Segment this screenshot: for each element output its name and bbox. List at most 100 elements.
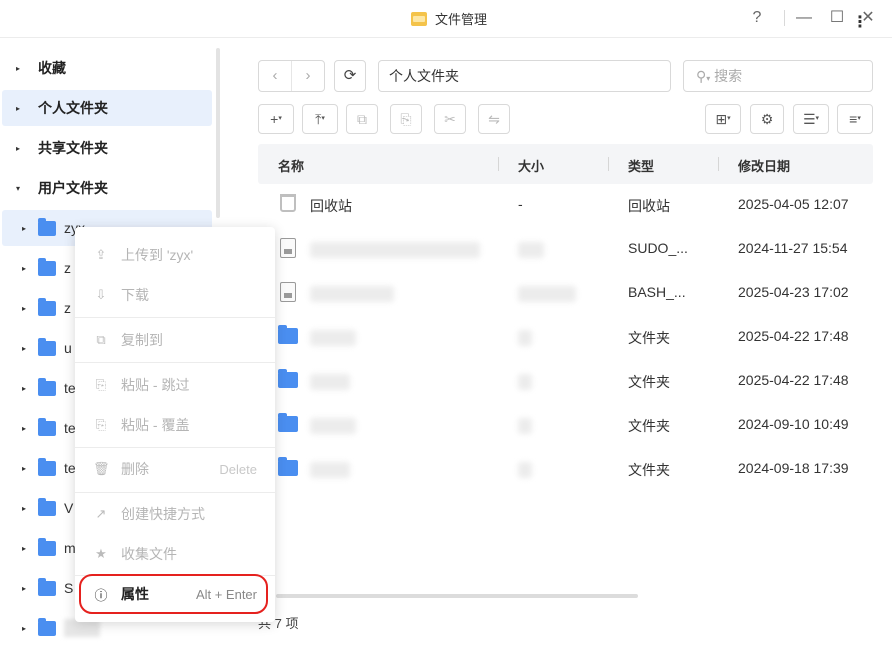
table-row[interactable]: 文件夹 2025-04-22 17:48 [258,316,873,360]
menu-item-label: 上传到 'zyx' [121,247,194,263]
sidebar-item-personal-folder[interactable]: ▸ 个人文件夹 [2,90,212,126]
settings-icon: ⚙ [760,111,774,127]
caret-right-icon: ▸ [22,423,27,433]
copy-button[interactable]: ⧉ [346,104,378,134]
sort-button[interactable]: ≡▾ [837,104,873,134]
sidebar-item-label: 个人文件夹 [38,100,108,116]
dropdown-caret-icon: ▾ [815,115,820,122]
menu-item-copy-to[interactable]: ⧉ 复制到 [75,320,275,360]
refresh-button[interactable]: ⟳ [334,60,366,92]
folder-icon [38,297,56,316]
menu-item-paste-overwrite[interactable]: ⎘ 粘贴 - 覆盖 [75,405,275,445]
dropdown-caret-icon: ▾ [727,115,731,122]
path-field[interactable]: 个人文件夹 [378,60,671,92]
file-modified: 2025-04-22 17:48 [738,372,849,388]
user-folder-label: S [64,580,74,596]
maximize-button[interactable]: ☐ [827,8,847,28]
table-row[interactable]: 文件夹 2024-09-10 10:49 [258,404,873,448]
file-icon [278,282,298,302]
download-icon: ⇩ [95,287,107,302]
title-bar: 文件管理 ? — ☐ ✕ [0,0,892,38]
paste-icon: ⎘ [95,417,107,432]
column-header-name[interactable]: 名称 [278,156,304,175]
new-button[interactable]: +▾ [258,104,294,134]
file-modified: 2025-04-23 17:02 [738,284,849,300]
table-row[interactable]: 文件夹 2024-09-18 17:39 [258,448,873,492]
user-folder-label: te [64,460,76,476]
paste-button[interactable]: ⎘ [390,104,422,134]
sidebar-item-favorites[interactable]: ▸ 收藏 [2,50,212,86]
menu-divider [75,447,275,448]
menu-divider [75,492,275,493]
paste-icon: ⎘ [95,377,107,392]
sidebar-item-user-folders[interactable]: ▾ 用户文件夹 [2,170,212,206]
menu-item-collect-files[interactable]: ★ 收集文件 [75,534,275,574]
table-row[interactable]: 回收站 - 回收站 2025-04-05 12:07 [258,184,873,228]
file-name [310,462,350,478]
menu-item-download[interactable]: ⇩ 下载 [75,275,275,315]
cut-icon: ✂ [444,111,456,127]
caret-right-icon: ▸ [22,583,27,593]
folder-icon [38,577,56,596]
sidebar-scrollbar[interactable] [216,48,220,218]
dropdown-caret-icon: ▾ [278,115,282,122]
help-button[interactable]: ? [747,8,767,28]
highlight-ring [79,574,268,614]
column-header-modified[interactable]: 修改日期 [738,156,790,175]
menu-item-create-shortcut[interactable]: ↗ 创建快捷方式 [75,494,275,534]
file-name [310,286,394,302]
sidebar-item-shared-folder[interactable]: ▸ 共享文件夹 [2,130,212,166]
window-title: 文件管理 [435,12,488,27]
folder-icon [278,325,298,346]
file-icon [278,238,298,258]
file-table-header: 名称 大小 类型 修改日期 [258,144,873,184]
column-header-size[interactable]: 大小 [518,156,544,175]
view-mode-button[interactable]: ☰▾ [793,104,829,134]
caret-right-icon: ▸ [22,343,27,353]
more-options-icon[interactable]: ⋮ [852,12,868,32]
toolbox-icon: ⊞ [715,111,728,127]
file-name [310,330,356,346]
cut-button[interactable]: ✂ [434,104,466,134]
settings-button[interactable]: ⚙ [750,104,784,134]
user-folder-label: te [64,420,76,436]
column-divider[interactable] [718,157,719,171]
caret-right-icon: ▸ [16,63,21,73]
minimize-button[interactable]: — [794,8,814,28]
image-folder-icon [278,413,298,434]
search-input[interactable] [714,68,845,84]
menu-divider [75,317,275,318]
copy-icon: ⧉ [96,332,106,347]
search-dropdown-icon[interactable]: ▾ [706,74,710,83]
folder-icon [38,377,56,396]
toolbox-button[interactable]: ⊞▾ [705,104,741,134]
rename-button[interactable]: ⇋ [478,104,510,134]
file-size: - [518,196,523,212]
caret-down-icon: ▾ [16,183,21,193]
menu-item-paste-skip[interactable]: ⎘ 粘贴 - 跳过 [75,365,275,405]
caret-right-icon: ▸ [22,623,27,633]
caret-right-icon: ▸ [22,303,27,313]
menu-item-label: 粘贴 - 跳过 [121,377,190,393]
table-row[interactable]: 文件夹 2025-04-22 17:48 [258,360,873,404]
file-size [518,330,532,346]
table-row[interactable]: BASH_... 2025-04-23 17:02 [258,272,873,316]
column-header-type[interactable]: 类型 [628,156,654,175]
forward-button[interactable]: › [291,61,324,91]
sidebar-item-label: 共享文件夹 [38,140,108,156]
horizontal-scrollbar[interactable] [276,594,638,598]
file-size [518,418,532,434]
menu-item-label: 删除 [121,461,149,477]
folder-icon [38,257,56,276]
column-divider[interactable] [608,157,609,171]
upload-button[interactable]: ⤒▾ [302,104,338,134]
table-row[interactable]: SUDO_... 2024-11-27 15:54 [258,228,873,272]
menu-item-upload-to[interactable]: ⇪ 上传到 'zyx' [75,235,275,275]
user-folder-label: te [64,380,76,396]
context-menu: ⇪ 上传到 'zyx' ⇩ 下载 ⧉ 复制到 ⎘ 粘贴 - 跳过 ⎘ 粘贴 - … [75,227,275,622]
search-box[interactable]: ⚲▾ [683,60,873,92]
back-button[interactable]: ‹ [259,61,291,91]
column-divider[interactable] [498,157,499,171]
menu-item-delete[interactable]: 🗑 删除 Delete [75,449,275,489]
caret-right-icon: ▸ [22,463,27,473]
